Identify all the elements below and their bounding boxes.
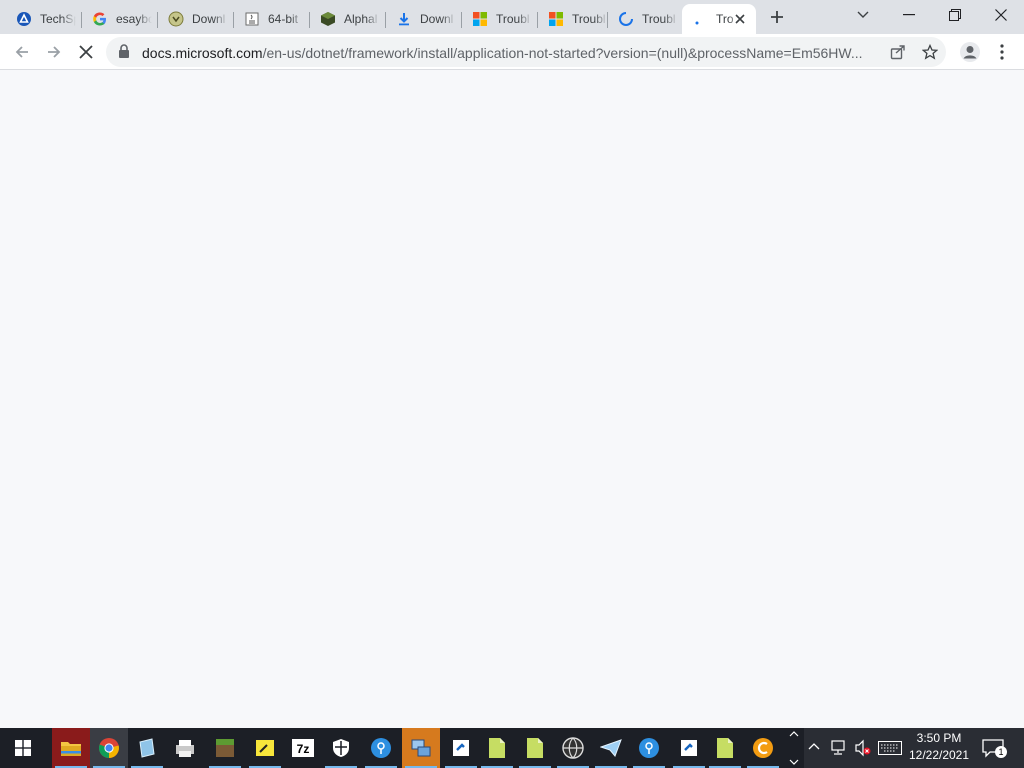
share-icon[interactable] — [886, 40, 910, 64]
notification-center-icon[interactable]: 1 — [982, 738, 1007, 760]
taskbar-scroll[interactable] — [786, 730, 802, 766]
lock-icon — [118, 44, 130, 63]
chevron-up-icon[interactable] — [789, 730, 799, 738]
remote-desktop-icon[interactable] — [402, 728, 440, 768]
start-button[interactable] — [4, 728, 42, 768]
tab-trouble-3[interactable]: Troubl — [608, 4, 680, 34]
tab-title: Troubl — [572, 12, 606, 26]
tab-download-1[interactable]: Downl — [158, 4, 234, 34]
close-tab-icon[interactable] — [732, 11, 748, 27]
svg-text:7z: 7z — [297, 742, 310, 756]
tab-title: 64-bit — [268, 12, 299, 26]
url-text: docs.microsoft.com/en-us/dotnet/framewor… — [142, 45, 882, 61]
microsoft-icon — [548, 11, 564, 27]
back-button[interactable] — [8, 38, 36, 66]
tab-google[interactable]: esaybc — [82, 4, 158, 34]
page-content — [0, 70, 1024, 728]
chrome-icon[interactable] — [90, 728, 128, 768]
tab-64bit[interactable]: 64-bit — [234, 4, 310, 34]
address-bar[interactable]: docs.microsoft.com/en-us/dotnet/framewor… — [106, 37, 946, 67]
new-tab-button[interactable] — [766, 6, 788, 28]
app-icon[interactable] — [442, 728, 480, 768]
sticky-notes-icon[interactable] — [246, 728, 284, 768]
keyboard-icon[interactable] — [878, 741, 902, 760]
tab-strip: TechSpot esaybc Downl 64-bit Alphal — [0, 0, 1024, 34]
clock-date: 12/22/2021 — [908, 748, 970, 762]
tab-title: esaybc — [116, 12, 152, 26]
profile-avatar-button[interactable] — [956, 38, 984, 66]
browser-toolbar: docs.microsoft.com/en-us/dotnet/framewor… — [0, 34, 1024, 70]
forward-button[interactable] — [40, 38, 68, 66]
restore-button[interactable] — [932, 0, 978, 30]
url-path: /en-us/dotnet/framework/install/applicat… — [262, 45, 863, 61]
url-host: docs.microsoft.com — [142, 45, 263, 61]
tab-download-2[interactable]: Downl — [386, 4, 462, 34]
menu-kebab-icon[interactable] — [988, 38, 1016, 66]
network-tray-icon[interactable] — [830, 740, 848, 761]
stop-loading-button[interactable] — [72, 38, 100, 66]
ccleaner-icon[interactable] — [744, 728, 782, 768]
windows-taskbar: 7z 3:50 PM 12/22/2021 1 — [0, 728, 1024, 768]
tab-title: Downl — [192, 12, 226, 26]
notepad-icon[interactable] — [128, 728, 166, 768]
tab-title: TechSpot — [40, 12, 76, 26]
network-icon[interactable] — [630, 728, 668, 768]
techspot-icon — [16, 11, 32, 27]
tab-title: Alphal — [344, 12, 378, 26]
7zip-icon[interactable]: 7z — [284, 728, 322, 768]
tab-alpha[interactable]: Alphal — [310, 4, 386, 34]
java-icon — [244, 11, 260, 27]
tab-title: Troubl — [642, 12, 676, 26]
notification-count-badge: 1 — [995, 746, 1007, 758]
file-explorer-icon[interactable] — [52, 728, 90, 768]
bookmark-star-icon[interactable] — [918, 40, 942, 64]
document-icon[interactable] — [706, 728, 744, 768]
tab-search-chevron-icon[interactable] — [840, 0, 886, 30]
tab-active[interactable]: Tro — [682, 4, 756, 34]
mail-icon[interactable] — [592, 728, 630, 768]
tab-trouble-1[interactable]: Troubl — [462, 4, 538, 34]
chevron-down-icon[interactable] — [789, 758, 799, 766]
download-arrow-icon — [396, 11, 412, 27]
loading-spinner-icon — [618, 11, 634, 27]
document-icon[interactable] — [478, 728, 516, 768]
tab-title: Troubl — [496, 12, 530, 26]
close-window-button[interactable] — [978, 0, 1024, 30]
loading-dot-icon — [692, 11, 708, 27]
google-icon — [92, 11, 108, 27]
microsoft-icon — [472, 11, 488, 27]
tab-title: Downl — [420, 12, 454, 26]
cube-icon — [320, 11, 336, 27]
document-icon[interactable] — [516, 728, 554, 768]
system-clock[interactable]: 3:50 PM 12/22/2021 — [906, 730, 972, 766]
tab-trouble-2[interactable]: Troubl — [538, 4, 608, 34]
clock-time: 3:50 PM — [916, 731, 962, 745]
minecraft-icon[interactable] — [206, 728, 244, 768]
download-badge-icon — [168, 11, 184, 27]
network-icon[interactable] — [362, 728, 400, 768]
printer-icon[interactable] — [166, 728, 204, 768]
volume-muted-icon[interactable] — [854, 739, 872, 762]
tab-techspot[interactable]: TechSpot — [6, 4, 82, 34]
shield-icon[interactable] — [322, 728, 360, 768]
app-icon[interactable] — [670, 728, 708, 768]
show-hidden-icons-chevron-icon[interactable] — [808, 740, 820, 759]
globe-icon[interactable] — [554, 728, 592, 768]
minimize-button[interactable] — [886, 0, 932, 30]
